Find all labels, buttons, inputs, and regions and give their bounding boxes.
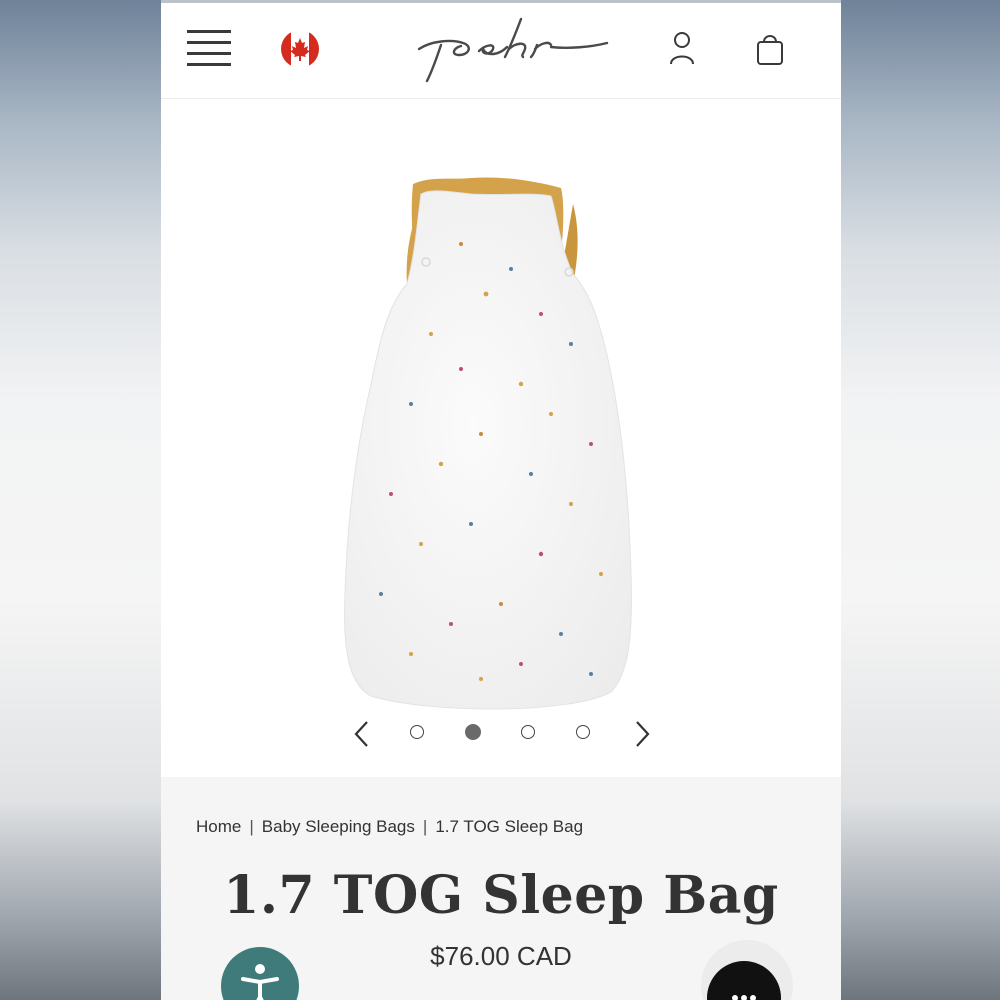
canada-flag-icon[interactable]	[281, 30, 319, 68]
site-header	[161, 3, 841, 99]
product-title: 1.7 TOG Sleep Bag	[223, 865, 779, 926]
page: Home | Baby Sleeping Bags | 1.7 TOG Sleep Ba…	[161, 0, 841, 1000]
chevron-left-icon[interactable]	[349, 719, 375, 749]
breadcrumb-home[interactable]: Home	[196, 817, 241, 836]
pehr-logo[interactable]	[411, 15, 611, 87]
breadcrumb-separator: |	[422, 817, 428, 836]
carousel-dot-2[interactable]	[465, 724, 481, 740]
product-info: Home | Baby Sleeping Bags | 1.7 TOG Sleep Ba…	[161, 777, 841, 1000]
accessibility-icon[interactable]	[221, 947, 299, 1000]
product-image[interactable]	[311, 174, 691, 714]
breadcrumb-separator: |	[249, 817, 254, 836]
chat-dots-icon[interactable]	[707, 961, 781, 1000]
product-gallery	[161, 99, 841, 777]
breadcrumb-current: 1.7 TOG Sleep Bag	[435, 817, 584, 836]
carousel-dot-1[interactable]	[410, 725, 424, 739]
hamburger-menu-icon[interactable]	[187, 30, 231, 66]
carousel-controls	[161, 713, 841, 755]
breadcrumb-baby-sleeping-bags[interactable]: Baby Sleeping Bags	[262, 817, 415, 836]
chevron-right-icon[interactable]	[629, 719, 655, 749]
shopping-bag-icon[interactable]	[754, 30, 786, 68]
carousel-dot-4[interactable]	[576, 725, 590, 739]
user-icon[interactable]	[666, 30, 698, 68]
breadcrumb: Home | Baby Sleeping Bags | 1.7 TOG Sleep Ba…	[196, 817, 583, 837]
carousel-dot-3[interactable]	[521, 725, 535, 739]
